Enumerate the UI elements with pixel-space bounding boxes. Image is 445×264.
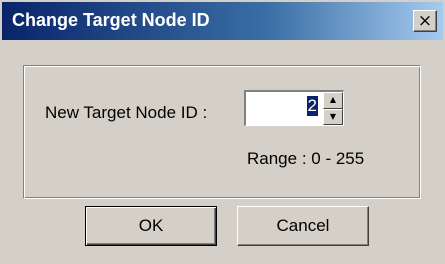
dialog-title: Change Target Node ID bbox=[12, 10, 210, 30]
spin-up-button[interactable]: ▲ bbox=[323, 92, 343, 109]
chevron-up-icon: ▲ bbox=[329, 95, 337, 105]
new-target-node-id-label: New Target Node ID : bbox=[45, 103, 208, 122]
cancel-button[interactable]: Cancel bbox=[237, 206, 369, 246]
range-hint: Range : 0 - 255 bbox=[247, 149, 365, 168]
spin-buttons: ▲ ▼ bbox=[323, 92, 343, 125]
node-id-spinbox[interactable]: 2 ▲ ▼ bbox=[244, 90, 344, 126]
node-id-group: New Target Node ID : 2 ▲ ▼ Range : 0 - 2… bbox=[23, 65, 421, 199]
close-button[interactable]: × bbox=[413, 10, 437, 32]
spin-down-button[interactable]: ▼ bbox=[323, 108, 343, 125]
chevron-down-icon: ▼ bbox=[329, 111, 337, 121]
ok-button[interactable]: OK bbox=[85, 206, 217, 246]
node-id-input[interactable]: 2 bbox=[306, 96, 318, 116]
title-bar[interactable]: Change Target Node ID × bbox=[2, 2, 443, 40]
change-target-node-id-dialog: Change Target Node ID × New Target Node … bbox=[0, 0, 445, 264]
close-icon: × bbox=[417, 10, 433, 31]
